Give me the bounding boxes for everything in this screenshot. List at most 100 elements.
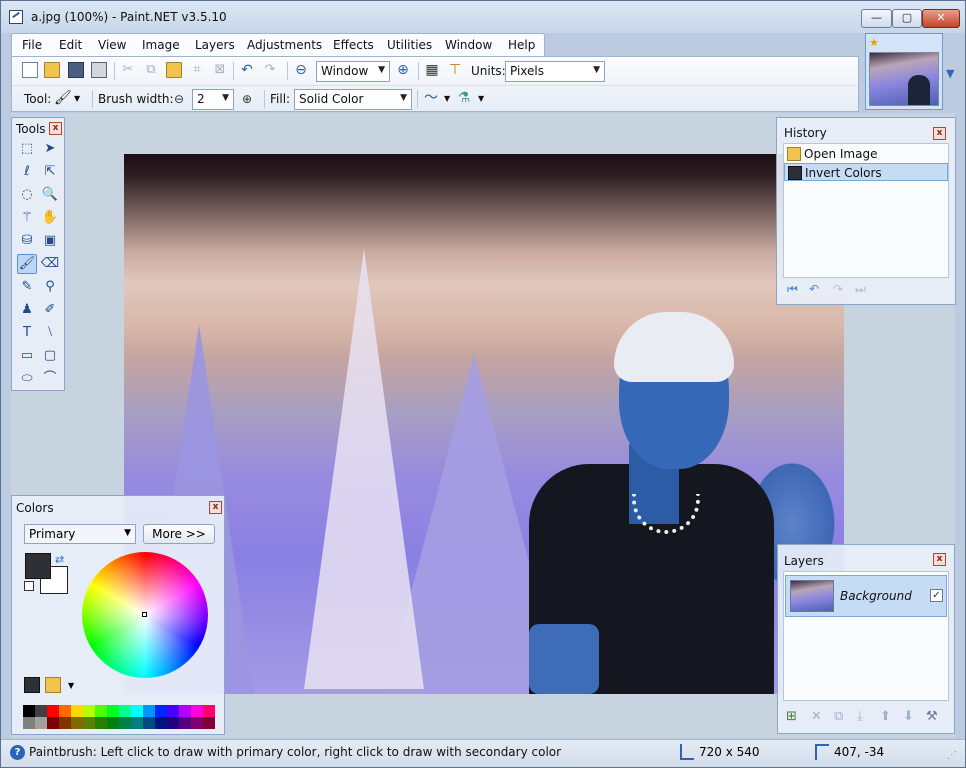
history-redo-icon[interactable]: ↷ bbox=[833, 282, 843, 296]
history-undo-icon[interactable]: ↶ bbox=[809, 282, 819, 296]
antialiasing-icon[interactable]: 〜 bbox=[423, 90, 439, 106]
palette-swatch[interactable] bbox=[35, 717, 47, 729]
fill-combo[interactable]: Solid Color ▼ bbox=[294, 89, 412, 110]
cut-icon[interactable]: ✂ bbox=[120, 62, 136, 78]
chevron-down-icon[interactable]: ▼ bbox=[478, 94, 484, 103]
increase-width-icon[interactable]: ⊕ bbox=[242, 92, 252, 106]
image-thumbnail[interactable] bbox=[869, 52, 939, 106]
paint-bucket-tool[interactable]: ⛁ bbox=[17, 231, 37, 251]
units-combo[interactable]: Pixels ▼ bbox=[505, 61, 605, 82]
history-first-icon[interactable]: ⏮ bbox=[787, 282, 798, 297]
zoom-out-icon[interactable]: ⊖ bbox=[293, 62, 309, 78]
pencil-tool[interactable]: ✎ bbox=[17, 277, 37, 297]
palette-swatch[interactable] bbox=[131, 705, 143, 717]
palette-swatch[interactable] bbox=[203, 717, 215, 729]
palette-swatch[interactable] bbox=[23, 705, 35, 717]
menu-layers[interactable]: Layers bbox=[195, 38, 235, 52]
palette-swatch[interactable] bbox=[47, 717, 59, 729]
maximize-button[interactable]: ▢ bbox=[892, 9, 922, 28]
palette-swatch[interactable] bbox=[203, 705, 215, 717]
add-layer-icon[interactable]: ⊞ bbox=[786, 709, 797, 724]
palette-swatch[interactable] bbox=[107, 705, 119, 717]
layer-properties-icon[interactable]: ⚒ bbox=[926, 709, 938, 724]
merge-layer-icon[interactable]: ⤓ bbox=[857, 709, 863, 724]
duplicate-layer-icon[interactable]: ⧉ bbox=[834, 709, 843, 724]
image-canvas[interactable] bbox=[124, 154, 844, 694]
menu-view[interactable]: View bbox=[98, 38, 126, 52]
palette-swatch[interactable] bbox=[143, 705, 155, 717]
redo-icon[interactable]: ↷ bbox=[262, 62, 278, 78]
open-folder-icon[interactable] bbox=[44, 62, 60, 78]
chevron-down-icon[interactable]: ▼ bbox=[74, 94, 80, 103]
brush-width-combo[interactable]: 2 ▼ bbox=[192, 89, 234, 110]
grid-icon[interactable]: ▦ bbox=[424, 62, 440, 78]
copy-icon[interactable]: ⧉ bbox=[143, 62, 159, 78]
move-layer-up-icon[interactable]: ⬆ bbox=[880, 709, 891, 724]
colors-panel-close-button[interactable]: x bbox=[209, 501, 222, 514]
undo-icon[interactable]: ↶ bbox=[239, 62, 255, 78]
text-tool[interactable]: T bbox=[17, 323, 37, 343]
paste-icon[interactable] bbox=[166, 62, 182, 78]
minimize-button[interactable]: — bbox=[861, 9, 892, 28]
color-wheel-marker[interactable] bbox=[142, 612, 147, 617]
color-mode-select[interactable]: Primary ▼ bbox=[24, 524, 136, 544]
move-selected-tool[interactable]: ➤ bbox=[40, 139, 60, 159]
decrease-width-icon[interactable]: ⊖ bbox=[174, 92, 184, 106]
swap-colors-icon[interactable]: ⇄ bbox=[55, 553, 64, 566]
tools-panel-close-button[interactable]: x bbox=[49, 122, 62, 135]
history-item-open-image[interactable]: Open Image bbox=[784, 145, 948, 163]
palette-swatch[interactable] bbox=[95, 705, 107, 717]
paintbrush-icon[interactable]: 🖌 bbox=[54, 90, 72, 106]
palette-swatch[interactable] bbox=[47, 705, 59, 717]
delete-layer-icon[interactable]: ✕ bbox=[811, 709, 822, 724]
ellipse-select-tool[interactable]: ◌ bbox=[17, 185, 37, 205]
menu-adjustments[interactable]: Adjustments bbox=[247, 38, 322, 52]
layers-panel-close-button[interactable]: x bbox=[933, 553, 946, 566]
add-to-palette-icon[interactable] bbox=[24, 677, 40, 693]
new-document-icon[interactable] bbox=[22, 62, 38, 78]
crop-icon[interactable]: ⌗ bbox=[189, 62, 205, 78]
history-last-icon[interactable]: ⏭ bbox=[855, 282, 866, 297]
palette-swatch[interactable] bbox=[179, 717, 191, 729]
palette-swatch[interactable] bbox=[167, 717, 179, 729]
pan-tool[interactable]: ✋ bbox=[40, 208, 60, 228]
blend-mode-icon[interactable]: ⚗ bbox=[456, 90, 472, 106]
rectangle-select-tool[interactable]: ⬚ bbox=[17, 139, 37, 159]
reset-colors-icon[interactable] bbox=[24, 581, 34, 591]
palette-swatch[interactable] bbox=[167, 705, 179, 717]
layer-row-background[interactable]: Background ✓ bbox=[785, 575, 947, 617]
palette-menu-icon[interactable] bbox=[45, 677, 61, 693]
image-navigator[interactable]: ★ bbox=[865, 33, 943, 110]
palette-swatch[interactable] bbox=[155, 717, 167, 729]
palette-swatch[interactable] bbox=[59, 705, 71, 717]
more-colors-button[interactable]: More >> bbox=[143, 524, 215, 544]
freeform-shape-tool[interactable]: ⌒ bbox=[40, 369, 60, 389]
layer-visibility-checkbox[interactable]: ✓ bbox=[930, 589, 943, 602]
resize-grip-icon[interactable]: ⋰ bbox=[947, 750, 957, 761]
line-curve-tool[interactable]: ⧵ bbox=[40, 323, 60, 343]
palette-swatch[interactable] bbox=[107, 717, 119, 729]
palette-swatch[interactable] bbox=[179, 705, 191, 717]
palette-swatch[interactable] bbox=[119, 705, 131, 717]
menu-file[interactable]: File bbox=[22, 38, 42, 52]
palette-swatch[interactable] bbox=[131, 717, 143, 729]
palette-swatch[interactable] bbox=[59, 717, 71, 729]
menu-edit[interactable]: Edit bbox=[59, 38, 82, 52]
rulers-icon[interactable]: ⊤ bbox=[447, 62, 463, 78]
clone-stamp-tool[interactable]: ♟ bbox=[17, 300, 37, 320]
palette-swatch[interactable] bbox=[71, 717, 83, 729]
palette-swatch[interactable] bbox=[71, 705, 83, 717]
magic-wand-tool[interactable]: ⚚ bbox=[17, 208, 37, 228]
primary-color-swatch[interactable] bbox=[25, 553, 51, 579]
palette-swatch[interactable] bbox=[83, 717, 95, 729]
paintbrush-tool[interactable]: 🖌 bbox=[17, 254, 37, 274]
lasso-select-tool[interactable]: ℓ bbox=[17, 162, 37, 182]
recolor-tool[interactable]: ✐ bbox=[40, 300, 60, 320]
menu-effects[interactable]: Effects bbox=[333, 38, 374, 52]
move-selection-tool[interactable]: ⇱ bbox=[40, 162, 60, 182]
move-layer-down-icon[interactable]: ⬇ bbox=[903, 709, 914, 724]
palette-swatch[interactable] bbox=[95, 717, 107, 729]
palette-swatch[interactable] bbox=[143, 717, 155, 729]
menu-image[interactable]: Image bbox=[142, 38, 180, 52]
zoom-in-icon[interactable]: ⊕ bbox=[395, 62, 411, 78]
